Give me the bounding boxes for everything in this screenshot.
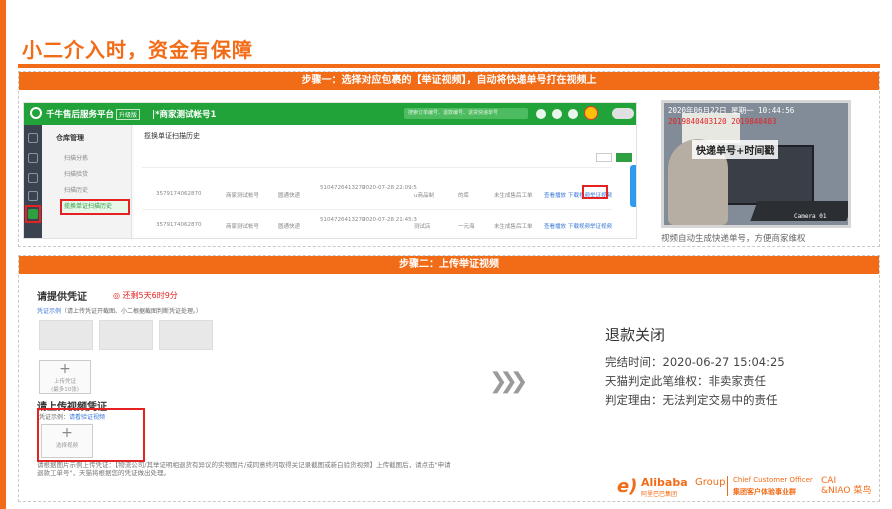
refund-reason: 判定理由：无法判定交易中的责任: [605, 393, 778, 407]
sidebar-item-return-scan-history[interactable]: 揽换单证扫描历史: [60, 199, 130, 215]
evidence-hint-text: （请上传凭证开截图、小二根据截图判断凭证处理。）: [61, 308, 203, 315]
cell-scanner: 一元海: [458, 224, 475, 230]
video-caption: 视频自动生成快递单号，方便商家维权: [661, 234, 806, 244]
step1-header: 步骤一：选择对应包裹的【举证视频】，自动将快递单号打在视频上: [19, 72, 879, 90]
rail-highlight-box: [25, 205, 41, 223]
evidence-form-screenshot: 请提供凭证 ◎ 还剩5天6时9分 凭证示例（请上传凭证开截图、小二根据截图判断凭…: [33, 284, 461, 500]
upload-evidence-button[interactable]: + 上传凭证 (最多10张): [39, 360, 91, 394]
document-icon[interactable]: [28, 173, 38, 183]
cell-status: 未生成售后工单: [494, 193, 533, 199]
cell-seller: 测试店: [414, 224, 431, 230]
refund-completed-time: 完结时间：2020-06-27 15:04:25: [605, 355, 785, 369]
countdown: ◎ 还剩5天6时9分: [113, 291, 178, 300]
exit-button[interactable]: [612, 108, 634, 119]
list-icon[interactable]: [28, 191, 38, 201]
cell-order-no: 5104726413270: [320, 217, 366, 223]
evidence-heading: 请提供凭证: [37, 292, 87, 303]
title-divider: [18, 64, 880, 68]
slide-title: 小二介入时，资金有保障: [22, 38, 253, 62]
video-tracking-overlay: 2019840403120 2019840403: [668, 117, 777, 126]
evidence-example-link[interactable]: 凭证示例: [37, 308, 61, 315]
left-accent-bar: [0, 0, 6, 509]
app-top-bar: 千牛售后服务平台 升级版 |*商家测试帐号1 搜索订单编号、退款编号、退货快递单…: [24, 103, 636, 125]
upload-sub: (最多10张): [51, 387, 79, 393]
clock-icon[interactable]: [536, 109, 546, 119]
step2-panel: 步骤二：上传举证视频 请提供凭证 ◎ 还剩5天6时9分 凭证示例（请上传凭证开截…: [18, 255, 880, 502]
form-note: 请根据图片示例上传凭证：【物流公司/其举证明相退货有异议的实物图片/或同意终问取…: [37, 461, 451, 477]
alibaba-wordmark: Alibaba: [641, 476, 688, 489]
cell-logistics-no: 3579174062870: [156, 191, 202, 197]
shield-icon[interactable]: [28, 153, 38, 163]
brand-divider: [727, 476, 728, 496]
avatar[interactable]: [584, 106, 598, 120]
cell-status: 未生成售后工单: [494, 224, 533, 230]
export-button[interactable]: [616, 153, 632, 162]
evidence-video-link[interactable]: 举证视频: [590, 222, 612, 230]
after-sales-app-screenshot: 千牛售后服务平台 升级版 |*商家测试帐号1 搜索订单编号、退款编号、退货快递单…: [23, 102, 637, 239]
evidence-hint: 凭证示例（请上传凭证开截图、小二根据截图判断凭证处理。）: [37, 306, 202, 315]
sidebar-item-inspect[interactable]: 扫描验货: [64, 169, 88, 178]
sidebar-item-sort[interactable]: 扫描分拣: [64, 153, 88, 162]
app-main: 揽换单证扫描历史 3579174062870 商家测试帐号 圆通快递 51047…: [134, 125, 636, 238]
cell-store: 商家测试帐号: [226, 193, 260, 199]
alibaba-cn-text: 阿里巴巴集团: [641, 491, 678, 498]
row-divider: [142, 209, 612, 210]
cell-logistics-no: 3579174062870: [156, 222, 202, 228]
refund-status-title: 退款关闭: [605, 326, 666, 344]
refund-judgment: 天猫判定此笔维权：非卖家责任: [605, 374, 766, 388]
home-icon[interactable]: [28, 133, 38, 143]
cell-store: 商家测试帐号: [226, 224, 260, 230]
example-image[interactable]: [39, 320, 93, 350]
sidebar-group-warehouse[interactable]: 仓库管理: [56, 133, 84, 143]
cell-scan-time: 2020-07-28 21:45:3: [362, 217, 417, 223]
app-version-tag: 升级版: [116, 109, 141, 120]
cell-order-no: 5104726413270: [320, 185, 366, 191]
app-account: |*商家测试帐号1: [152, 110, 217, 120]
alibaba-group-text: Group: [695, 477, 726, 488]
floating-toolbar[interactable]: [630, 165, 636, 207]
page-title: 揽换单证扫描历史: [144, 132, 200, 140]
cco-text: Chief Customer Officer: [733, 476, 813, 484]
evidence-video-highlight: [582, 185, 608, 199]
video-timestamp: 2020年06月22日 星期一 10:44:56: [668, 106, 795, 115]
video-camera-id: Camera 01: [794, 213, 827, 220]
cell-company: 圆通快递: [278, 193, 301, 199]
app-search-input[interactable]: 搜索订单编号、退款编号、退货快递单号: [404, 108, 528, 119]
upload-label: 上传凭证: [53, 379, 76, 385]
help-icon[interactable]: [568, 109, 578, 119]
download-link[interactable]: 下载视频: [568, 222, 590, 230]
alibaba-logo-icon: e): [617, 476, 638, 497]
filter-button[interactable]: [596, 153, 612, 162]
cell-seller: u商品制: [414, 193, 434, 199]
brand-footer: e) Alibaba Group 阿里巴巴集团 Chief Customer O…: [617, 474, 875, 498]
cell-scanner: 的库: [458, 193, 470, 199]
app-sidebar: 仓库管理 扫描分拣 扫描验货 扫描历史 揽换单证扫描历史: [42, 125, 132, 238]
evidence-video-frame: 2020年06月22日 星期一 10:44:56 2019840403120 2…: [661, 100, 851, 228]
sidebar-item-history[interactable]: 扫描历史: [64, 185, 88, 194]
video-label: 快递单号+时间戳: [692, 140, 779, 159]
cco-cn-text: 集团客户体验事业群: [733, 488, 796, 496]
example-image[interactable]: [159, 320, 213, 350]
video-upload-highlight: [37, 408, 145, 462]
play-link[interactable]: 查看播放: [544, 222, 566, 230]
example-image[interactable]: [99, 320, 153, 350]
cell-company: 圆通快递: [278, 224, 301, 230]
step2-header: 步骤二：上传举证视频: [19, 256, 879, 274]
play-link[interactable]: 查看播放: [544, 191, 566, 199]
chevron-right-icon: ❯❯❯: [489, 369, 528, 394]
cainiao-logo: CAI &NIAO 菜鸟: [821, 476, 872, 496]
app-logo-icon: [30, 107, 42, 119]
app-icon-rail: [24, 125, 42, 238]
app-name: 千牛售后服务平台: [46, 110, 115, 120]
bell-icon[interactable]: [552, 109, 562, 119]
step1-panel: 步骤一：选择对应包裹的【举证视频】，自动将快递单号打在视频上 千牛售后服务平台 …: [18, 71, 880, 247]
table-header-divider: [142, 167, 612, 168]
cell-scan-time: 2020-07-28 22:09:5: [362, 185, 417, 191]
plus-icon: +: [59, 361, 71, 377]
